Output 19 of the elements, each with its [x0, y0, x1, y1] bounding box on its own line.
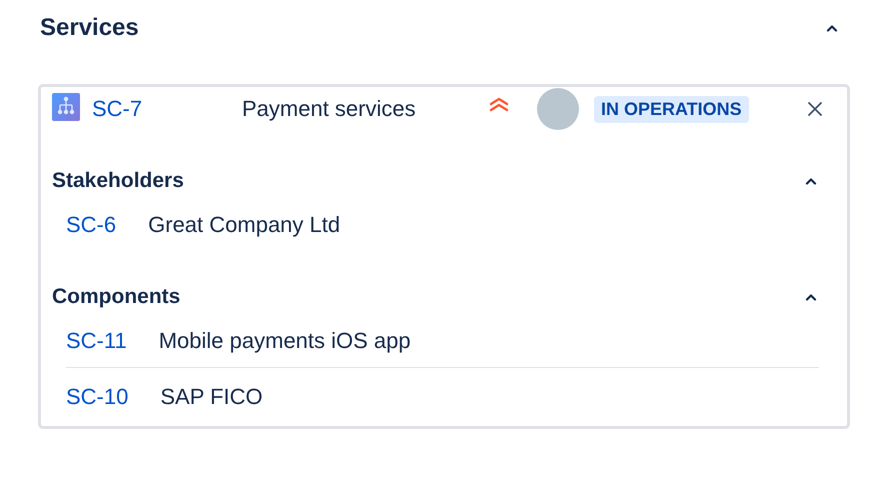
issue-key-link[interactable]: SC-7	[92, 96, 242, 122]
item-name: SAP FICO	[160, 384, 263, 410]
hierarchy-icon	[52, 93, 80, 121]
double-chevron-icon	[488, 96, 510, 112]
issue-key-link[interactable]: SC-11	[66, 328, 127, 354]
avatar	[537, 88, 579, 130]
chevron-icon[interactable]	[826, 24, 838, 32]
item-name: Mobile payments iOS app	[158, 328, 411, 354]
close-icon[interactable]	[807, 101, 823, 117]
chevron-icon[interactable]	[805, 293, 817, 301]
status-lozenge: IN OPERATIONS	[594, 96, 749, 122]
issue-key-link[interactable]: SC-6	[66, 212, 116, 238]
service-name: Payment services	[242, 96, 417, 122]
item-name: Great Company Ltd	[148, 212, 340, 238]
section-heading: Stakeholders	[52, 169, 184, 193]
section-heading: Components	[52, 285, 180, 309]
section-title: Services	[40, 14, 139, 42]
chevron-icon[interactable]	[805, 177, 817, 185]
issue-key-link[interactable]: SC-10	[66, 384, 128, 410]
